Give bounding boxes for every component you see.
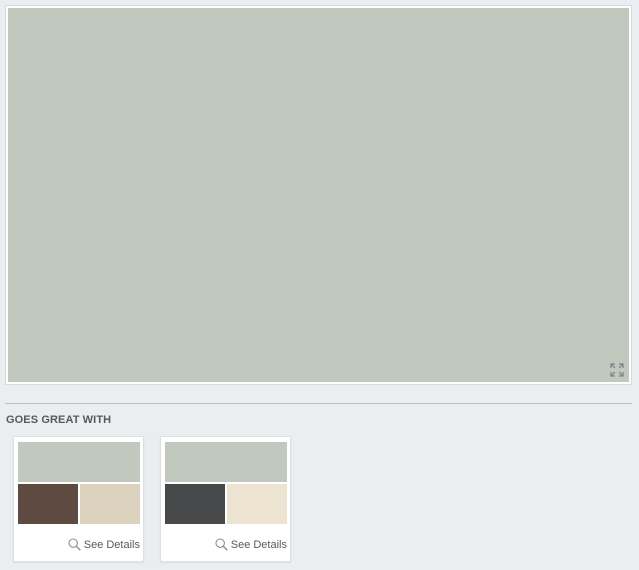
see-details-link[interactable]: See Details	[215, 538, 287, 551]
main-color-swatch-frame	[5, 5, 632, 385]
see-details-label: See Details	[83, 538, 140, 551]
palette-bottom-right-swatch	[227, 484, 287, 524]
main-color-swatch	[8, 8, 629, 382]
see-details-link[interactable]: See Details	[68, 538, 140, 551]
see-details-label: See Details	[230, 538, 287, 551]
palette-card[interactable]: See Details	[13, 436, 144, 562]
palette-bottom-left-swatch	[165, 484, 225, 524]
expand-button[interactable]	[608, 361, 626, 379]
palette-card[interactable]: See Details	[160, 436, 291, 562]
palette-top-swatch	[165, 442, 287, 482]
goes-great-with-heading: GOES GREAT WITH	[6, 414, 112, 426]
palette-bottom-left-swatch	[18, 484, 78, 524]
search-icon	[68, 538, 81, 551]
search-icon	[215, 538, 228, 551]
section-divider	[5, 403, 632, 404]
expand-icon	[610, 363, 624, 377]
palette-bottom-right-swatch	[80, 484, 140, 524]
palette-top-swatch	[18, 442, 140, 482]
